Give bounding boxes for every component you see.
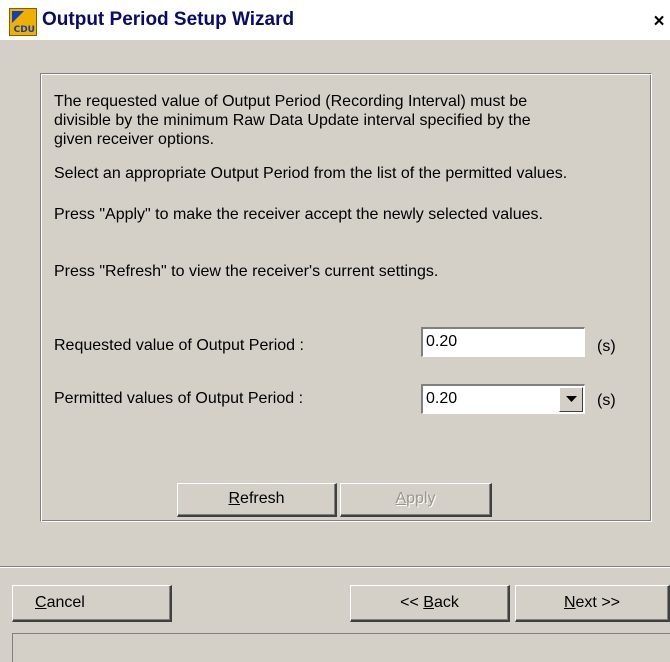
- requested-period-input[interactable]: 0.20: [421, 327, 585, 357]
- back-accel: B: [423, 594, 434, 611]
- app-icon-label: CDU: [13, 25, 35, 35]
- content-panel: The requested value of Output Period (Re…: [40, 73, 652, 522]
- permitted-period-unit: (s): [597, 392, 616, 409]
- instruction-line-3: given receiver options.: [54, 131, 215, 148]
- close-icon: ×: [653, 11, 665, 32]
- refresh-accel: R: [228, 490, 241, 507]
- apply-accel: A: [395, 490, 407, 507]
- permitted-period-select[interactable]: 0.20: [421, 384, 585, 414]
- instruction-line-4: Select an appropriate Output Period from…: [54, 165, 568, 182]
- next-button[interactable]: Next >>: [515, 585, 670, 622]
- app-icon: CDU: [9, 8, 37, 36]
- cancel-label: ancel: [46, 594, 85, 611]
- apply-button[interactable]: Apply: [340, 483, 492, 517]
- dropdown-button[interactable]: [559, 387, 583, 412]
- instruction-line-5: Press "Apply" to make the receiver accep…: [54, 206, 543, 223]
- chevron-down-icon: [565, 396, 577, 402]
- next-accel: N: [563, 594, 576, 611]
- instruction-line-2: divisible by the minimum Raw Data Update…: [54, 112, 531, 129]
- status-bar: [12, 633, 670, 662]
- back-prefix: <<: [400, 594, 424, 611]
- permitted-period-label: Permitted values of Output Period :: [54, 390, 304, 407]
- wizard-window: CDU Output Period Setup Wizard × The req…: [0, 0, 670, 662]
- apply-label: pply: [406, 490, 436, 507]
- instruction-line-6: Press "Refresh" to view the receiver's c…: [54, 263, 439, 280]
- next-label: ext >>: [575, 594, 621, 611]
- cancel-button[interactable]: Cancel: [12, 585, 172, 622]
- refresh-label: efresh: [240, 490, 285, 507]
- cancel-accel: C: [35, 594, 47, 611]
- close-button[interactable]: ×: [648, 11, 670, 33]
- instruction-line-1: The requested value of Output Period (Re…: [54, 93, 528, 110]
- window-title: Output Period Setup Wizard: [42, 9, 295, 30]
- title-bar[interactable]: CDU Output Period Setup Wizard ×: [0, 0, 670, 40]
- permitted-period-value: 0.20: [426, 390, 458, 407]
- refresh-button[interactable]: Refresh: [177, 483, 337, 517]
- back-button[interactable]: << Back: [350, 585, 510, 622]
- requested-period-label: Requested value of Output Period :: [54, 337, 304, 354]
- footer-divider: [0, 566, 670, 568]
- requested-period-unit: (s): [597, 338, 616, 355]
- back-label: ack: [433, 594, 459, 611]
- requested-period-value: 0.20: [426, 333, 458, 350]
